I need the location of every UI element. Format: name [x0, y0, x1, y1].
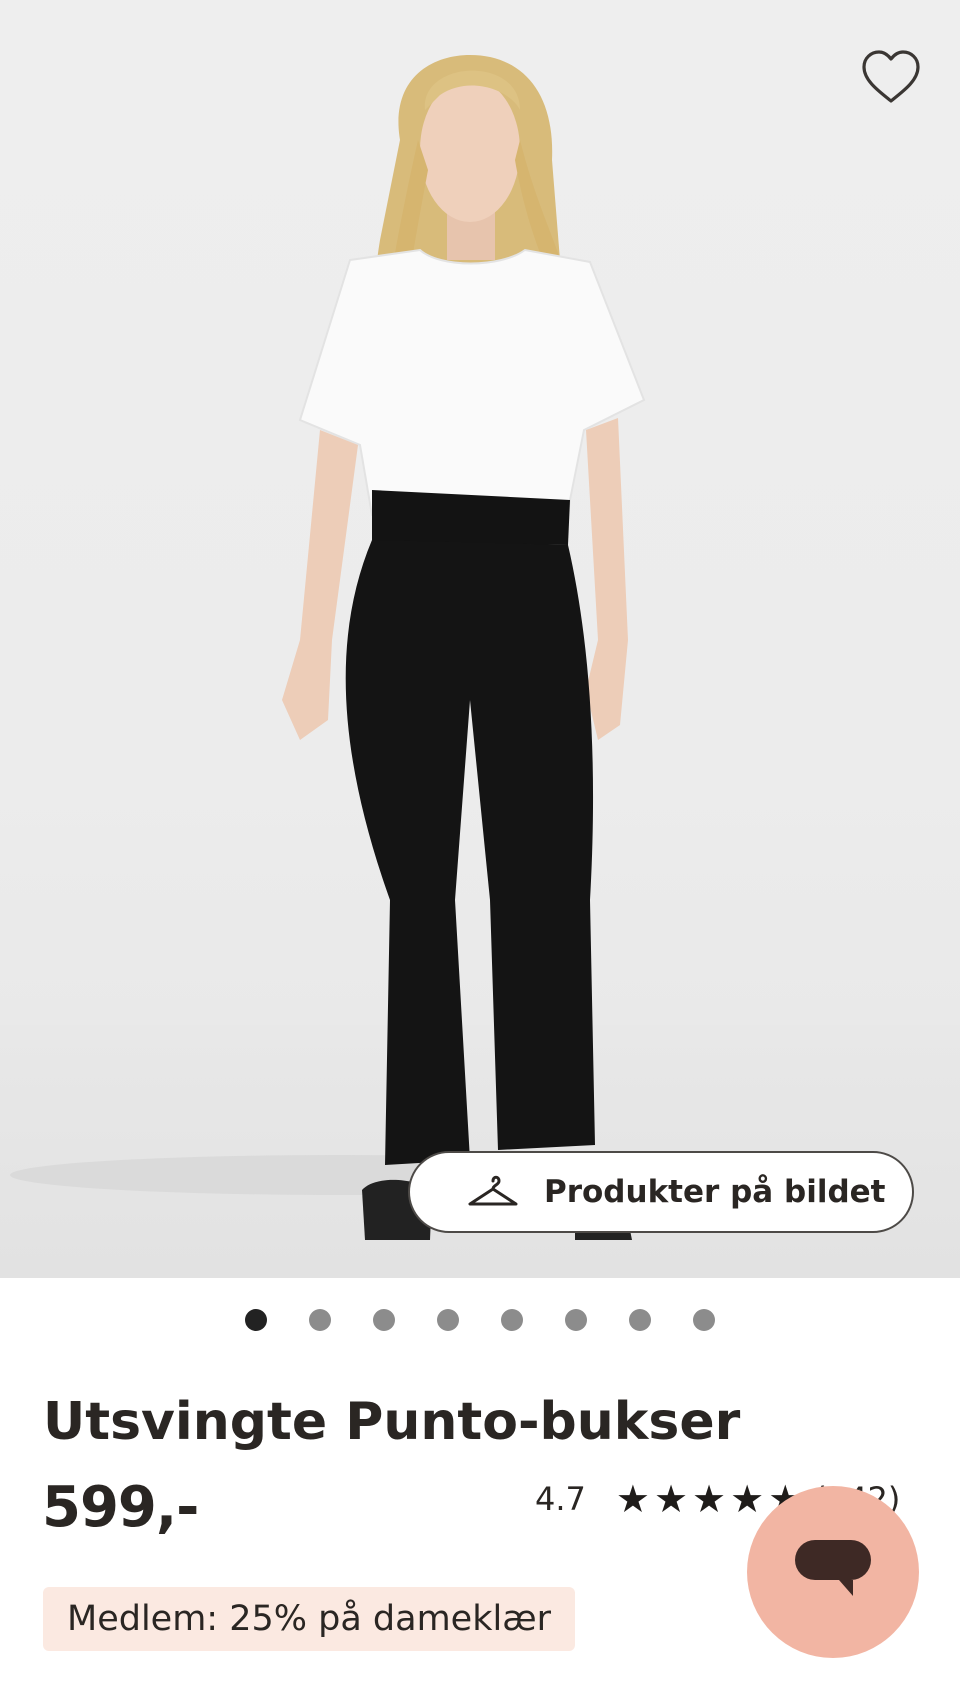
carousel-dot[interactable]: [565, 1309, 587, 1331]
hanger-icon: [468, 1175, 518, 1206]
carousel-dot[interactable]: [309, 1309, 331, 1331]
product-title: Utsvingte Punto-bukser: [43, 1392, 741, 1452]
heart-outline-icon: [862, 50, 920, 103]
carousel-dot[interactable]: [693, 1309, 715, 1331]
chat-button[interactable]: [747, 1486, 919, 1658]
product-price: 599,-: [42, 1475, 199, 1540]
star-icon: ★: [692, 1477, 727, 1521]
carousel-dot[interactable]: [373, 1309, 395, 1331]
favorite-button[interactable]: [858, 46, 924, 108]
model-illustration: [10, 55, 670, 1240]
star-icon: ★: [615, 1477, 650, 1521]
star-icon: ★: [730, 1477, 765, 1521]
chat-bubble-icon: [795, 1540, 871, 1596]
carousel-dot[interactable]: [629, 1309, 651, 1331]
products-in-image-button[interactable]: Produkter på bildet: [408, 1151, 914, 1233]
star-icon: ★: [653, 1477, 689, 1521]
products-in-image-label: Produkter på bildet: [544, 1174, 886, 1210]
product-image[interactable]: Produkter på bildet: [0, 0, 960, 1278]
member-promo-badge: Medlem: 25% på dameklær: [43, 1587, 575, 1651]
carousel-dot[interactable]: [245, 1309, 267, 1331]
carousel-indicator: [0, 1309, 960, 1331]
carousel-dot[interactable]: [437, 1309, 459, 1331]
rating-score: 4.7: [535, 1480, 586, 1518]
carousel-dot[interactable]: [501, 1309, 523, 1331]
